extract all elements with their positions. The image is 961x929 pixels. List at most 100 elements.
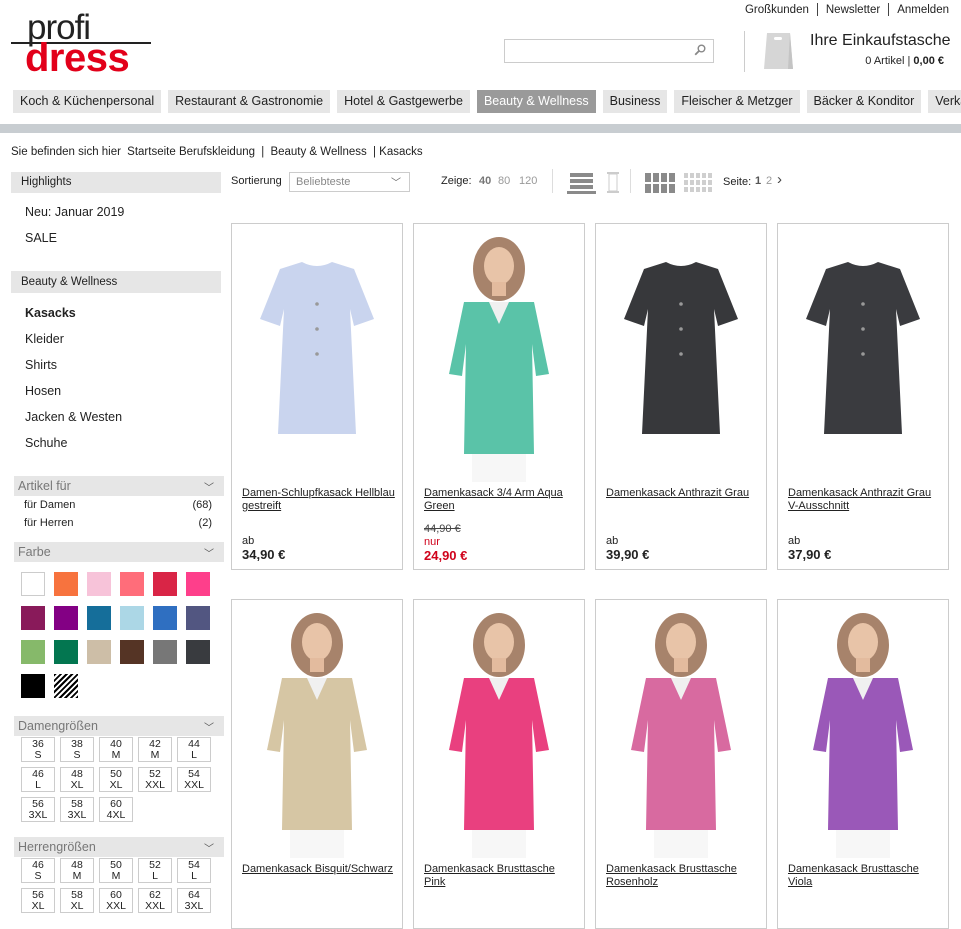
color-swatch[interactable] (87, 606, 111, 630)
color-swatch[interactable] (21, 674, 45, 698)
color-swatch[interactable] (54, 640, 78, 664)
product-image[interactable] (778, 600, 948, 858)
next-page-icon[interactable]: › (777, 171, 782, 188)
color-swatch[interactable] (54, 674, 78, 698)
nav-baecker[interactable]: Bäcker & Konditor (806, 90, 922, 113)
category-kleider[interactable]: Kleider (25, 332, 64, 346)
product-name[interactable]: Damenkasack Anthrazit Grau V-Ausschnitt (788, 487, 943, 513)
size-option[interactable]: 58 3XL (60, 797, 94, 822)
page-1[interactable]: 1 (755, 175, 761, 187)
size-option[interactable]: 56 XL (21, 888, 55, 913)
size-option[interactable]: 64 3XL (177, 888, 211, 913)
nav-business[interactable]: Business (602, 90, 668, 113)
search-icon[interactable] (694, 44, 706, 56)
product-name[interactable]: Damenkasack 3/4 Arm Aqua Green (424, 487, 579, 513)
product-image[interactable] (232, 224, 402, 482)
size-option[interactable]: 46 S (21, 858, 55, 883)
show-120[interactable]: 120 (519, 175, 537, 187)
color-swatch[interactable] (54, 572, 78, 596)
color-swatch[interactable] (153, 640, 177, 664)
shopping-bag-icon[interactable] (762, 31, 794, 71)
color-swatch[interactable] (186, 606, 210, 630)
size-option[interactable]: 52 XXL (138, 767, 172, 792)
category-jacken[interactable]: Jacken & Westen (25, 410, 122, 424)
cart-title[interactable]: Ihre Einkaufstasche (810, 32, 951, 50)
filter-herren[interactable]: für Herren (2) (24, 517, 212, 529)
product-name[interactable]: Damenkasack Brusttasche Viola (788, 863, 943, 889)
filter-artikel-header[interactable]: Artikel für ﹀ (14, 476, 224, 496)
category-schuhe[interactable]: Schuhe (25, 436, 67, 450)
nav-verkauf[interactable]: Verkauf (928, 90, 961, 113)
size-option[interactable]: 62 XXL (138, 888, 172, 913)
nav-restaurant[interactable]: Restaurant & Gastronomie (168, 90, 331, 113)
size-option[interactable]: 58 XL (60, 888, 94, 913)
highlight-sale[interactable]: SALE (25, 231, 57, 245)
nav-hotel[interactable]: Hotel & Gastgewerbe (337, 90, 470, 113)
breadcrumb-home[interactable]: Startseite Berufskleidung (127, 146, 255, 158)
nav-koch[interactable]: Koch & Küchenpersonal (13, 90, 162, 113)
color-swatch[interactable] (120, 640, 144, 664)
nav-beauty-wellness[interactable]: Beauty & Wellness (476, 90, 596, 113)
size-option[interactable]: 48 XL (60, 767, 94, 792)
color-swatch[interactable] (54, 606, 78, 630)
size-option[interactable]: 52 L (138, 858, 172, 883)
product-image[interactable] (596, 600, 766, 858)
product-card[interactable]: Damenkasack Anthrazit Grau V-Ausschnitt a… (777, 223, 949, 570)
product-card[interactable]: Damenkasack 3/4 Arm Aqua Green 44,90 € nur… (413, 223, 585, 570)
breadcrumb-beauty[interactable]: Beauty & Wellness (270, 146, 366, 158)
size-option[interactable]: 54 L (177, 858, 211, 883)
product-name[interactable]: Damenkasack Bisquit/Schwarz (242, 863, 397, 876)
color-swatch[interactable] (21, 572, 45, 596)
size-option[interactable]: 54 XXL (177, 767, 211, 792)
color-swatch[interactable] (186, 572, 210, 596)
list-view-icon[interactable] (567, 172, 597, 194)
highlight-new[interactable]: Neu: Januar 2019 (25, 205, 124, 219)
color-swatch[interactable] (87, 572, 111, 596)
product-card[interactable]: Damenkasack Brusttasche Viola (777, 599, 949, 929)
link-newsletter[interactable]: Newsletter (826, 4, 880, 16)
sort-select[interactable]: Beliebteste ﹀ (289, 172, 410, 192)
product-card[interactable]: Damenkasack Brusttasche Rosenholz (595, 599, 767, 929)
compact-view-icon[interactable] (606, 172, 620, 194)
show-80[interactable]: 80 (498, 175, 510, 187)
filter-damengroessen-header[interactable]: Damengrößen ﹀ (14, 716, 224, 736)
category-hosen[interactable]: Hosen (25, 384, 61, 398)
color-swatch[interactable] (21, 640, 45, 664)
size-option[interactable]: 60 4XL (99, 797, 133, 822)
filter-herrengroessen-header[interactable]: Herrengrößen ﹀ (14, 837, 224, 857)
page-2[interactable]: 2 (766, 175, 772, 187)
color-swatch[interactable] (120, 606, 144, 630)
product-image[interactable] (596, 224, 766, 482)
nav-fleischer[interactable]: Fleischer & Metzger (674, 90, 800, 113)
size-option[interactable]: 36 S (21, 737, 55, 762)
grid-5-icon[interactable] (684, 173, 713, 193)
color-swatch[interactable] (186, 640, 210, 664)
size-option[interactable]: 38 S (60, 737, 94, 762)
search-input[interactable] (504, 39, 714, 63)
size-option[interactable]: 50 XL (99, 767, 133, 792)
color-swatch[interactable] (153, 606, 177, 630)
link-grosskunden[interactable]: Großkunden (745, 4, 809, 16)
profidress-logo[interactable]: profi dress (11, 8, 153, 80)
product-image[interactable] (778, 224, 948, 482)
cart-summary[interactable]: 0 Artikel | 0,00 € (865, 55, 944, 67)
grid-4-icon[interactable] (645, 173, 676, 193)
product-card[interactable]: Damenkasack Anthrazit Grau ab 39,90 € (595, 223, 767, 570)
product-card[interactable]: Damen-Schlupfkasack Hellblau gestreift ab… (231, 223, 403, 570)
filter-damen[interactable]: für Damen (68) (24, 499, 212, 511)
size-option[interactable]: 50 M (99, 858, 133, 883)
filter-farbe-header[interactable]: Farbe ﹀ (14, 542, 224, 562)
product-image[interactable] (232, 600, 402, 858)
size-option[interactable]: 42 M (138, 737, 172, 762)
color-swatch[interactable] (120, 572, 144, 596)
size-option[interactable]: 56 3XL (21, 797, 55, 822)
color-swatch[interactable] (153, 572, 177, 596)
product-card[interactable]: Damenkasack Bisquit/Schwarz (231, 599, 403, 929)
size-option[interactable]: 60 XXL (99, 888, 133, 913)
product-name[interactable]: Damenkasack Brusttasche Rosenholz (606, 863, 761, 889)
link-anmelden[interactable]: Anmelden (897, 4, 949, 16)
size-option[interactable]: 40 M (99, 737, 133, 762)
color-swatch[interactable] (87, 640, 111, 664)
size-option[interactable]: 44 L (177, 737, 211, 762)
product-name[interactable]: Damenkasack Brusttasche Pink (424, 863, 579, 889)
